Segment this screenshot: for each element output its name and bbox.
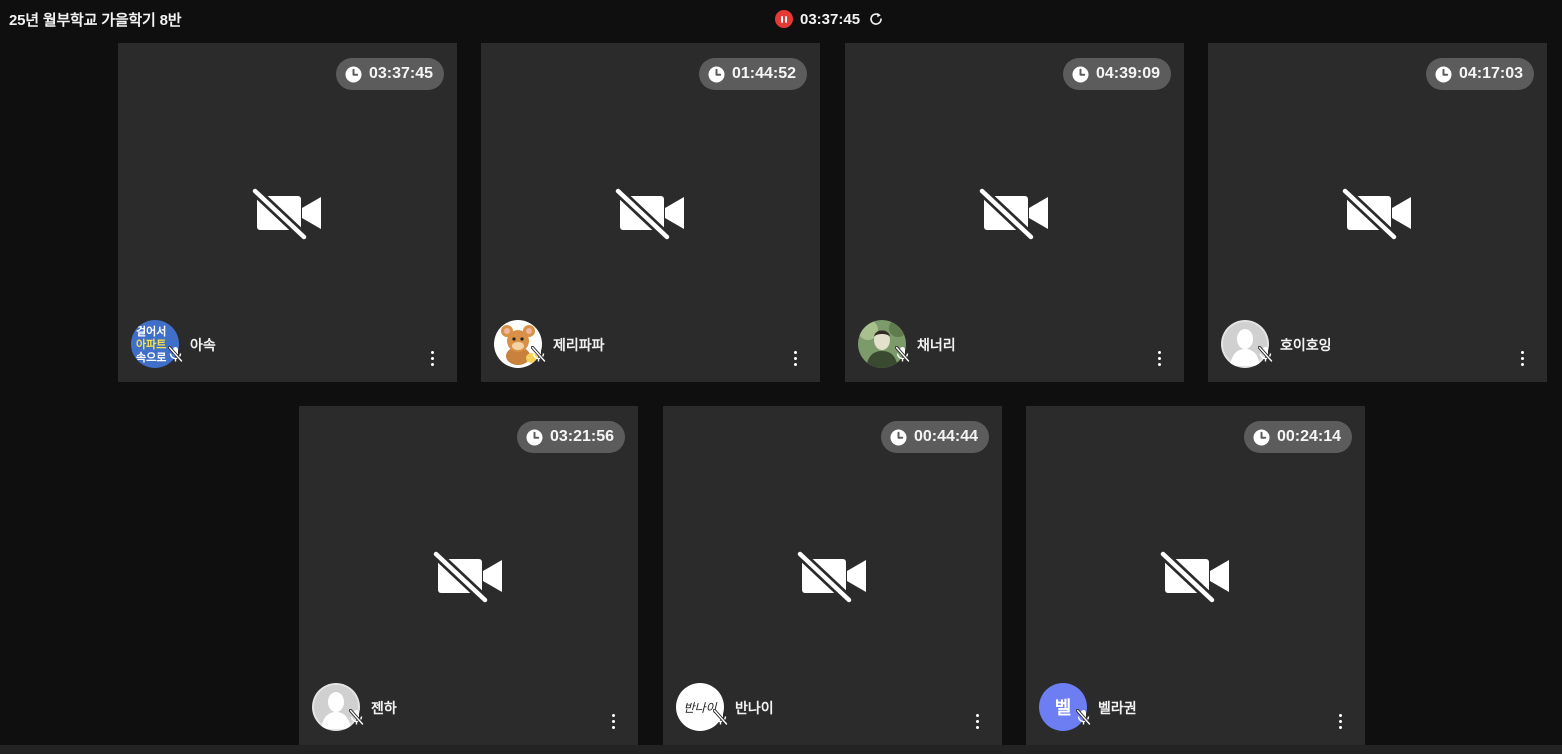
video-off-icon [1342, 186, 1414, 240]
clock-icon [890, 429, 907, 446]
clock-icon [1072, 66, 1089, 83]
mic-off-icon [895, 346, 910, 363]
video-off-icon [252, 186, 324, 240]
participant-tile[interactable]: 03:21:56 젠하 [299, 406, 638, 745]
participant-timer: 00:24:14 [1243, 421, 1352, 453]
participant-tile[interactable]: 04:39:09 채너리 [845, 43, 1184, 382]
mic-off-icon [531, 346, 546, 363]
avatar-initial: 벨 [1055, 698, 1072, 719]
participant-name: 호이호잉 [1280, 337, 1332, 353]
mic-off-icon [713, 709, 728, 726]
participant-timer: 04:39:09 [1062, 58, 1171, 90]
session-elapsed: 03:37:45 [800, 10, 861, 28]
video-off-icon [797, 549, 869, 603]
participant-name: 젠하 [371, 700, 397, 716]
mic-off-icon [349, 709, 364, 726]
avatar-text-line: 속으로 [136, 351, 166, 364]
more-vertical-icon[interactable] [1151, 348, 1167, 368]
video-off-icon [1160, 549, 1232, 603]
participant-tile[interactable]: 01:44:52 제리파파 [481, 43, 820, 382]
participant-tile[interactable]: 03:37:45 걸어서 아파트 속으로 아속 [118, 43, 457, 382]
mic-off-icon [1076, 709, 1091, 726]
participant-timer: 01:44:52 [698, 58, 807, 90]
clock-icon [708, 66, 725, 83]
top-bar: 25년 월부학교 가을학기 8반 03:37:45 [0, 0, 1562, 40]
room-title: 25년 월부학교 가을학기 8반 [9, 12, 182, 29]
participant-name: 아속 [190, 337, 216, 353]
video-off-icon [615, 186, 687, 240]
participant-name: 제리파파 [553, 337, 605, 353]
clock-icon [1435, 66, 1452, 83]
video-off-icon [979, 186, 1051, 240]
participant-timer: 03:21:56 [516, 421, 625, 453]
participant-tile[interactable]: 04:17:03 호이호잉 [1208, 43, 1547, 382]
participant-timer: 04:17:03 [1425, 58, 1534, 90]
participant-timer: 03:37:45 [335, 58, 444, 90]
video-off-icon [433, 549, 505, 603]
more-vertical-icon[interactable] [1514, 348, 1530, 368]
clock-icon [345, 66, 362, 83]
mic-off-icon [1258, 346, 1273, 363]
participant-tile[interactable]: 00:24:14 벨 벨라권 [1026, 406, 1365, 745]
participant-timer: 00:44:44 [880, 421, 989, 453]
participant-tile[interactable]: 00:44:44 반나이 반나이 [663, 406, 1002, 745]
more-vertical-icon[interactable] [424, 348, 440, 368]
session-timer: 03:37:45 [775, 9, 884, 29]
refresh-icon[interactable] [868, 11, 884, 27]
more-vertical-icon[interactable] [787, 348, 803, 368]
participant-name: 벨라권 [1098, 700, 1137, 716]
participant-name: 채너리 [917, 337, 956, 353]
clock-icon [1253, 429, 1270, 446]
participant-name: 반나이 [735, 700, 774, 716]
bottom-toolbar-edge [0, 745, 1562, 754]
pause-icon[interactable] [775, 10, 793, 28]
more-vertical-icon[interactable] [969, 711, 985, 731]
mic-off-icon [168, 346, 183, 363]
avatar-text-line: 아파트 [136, 337, 166, 351]
more-vertical-icon[interactable] [1332, 711, 1348, 731]
avatar-text-line: 걸어서 [136, 324, 166, 338]
more-vertical-icon[interactable] [605, 711, 621, 731]
clock-icon [526, 429, 543, 446]
